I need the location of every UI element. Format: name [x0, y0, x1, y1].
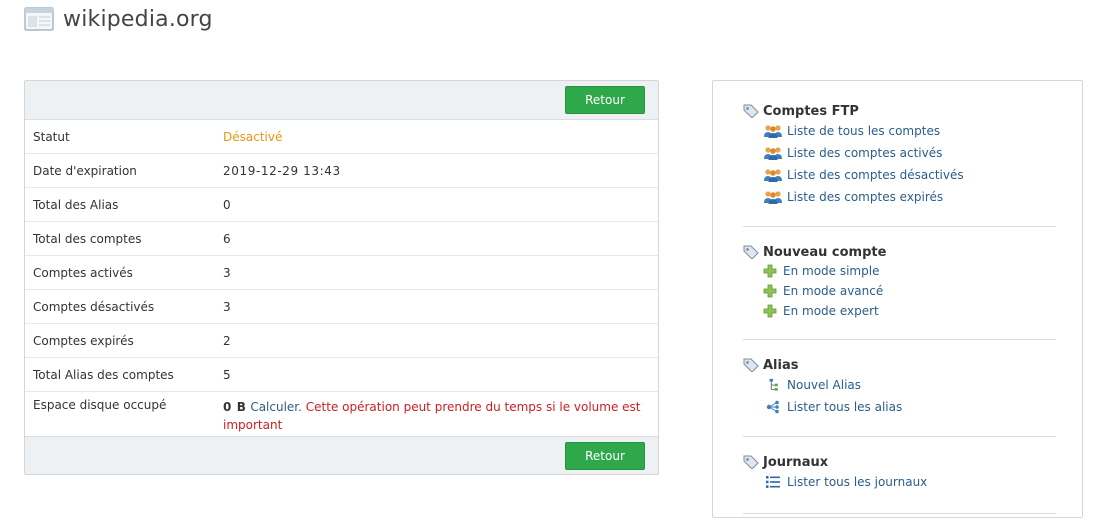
row-label: Statut [33, 129, 70, 144]
row-label: Date d'expiration [33, 163, 137, 178]
tag-icon [743, 245, 759, 259]
row-value: 6 [223, 231, 231, 246]
users-icon [763, 168, 783, 182]
sidebar-item-simple-mode[interactable]: En mode simple [743, 261, 1056, 281]
table-row-expired-accounts: Comptes expirés 2 [25, 324, 658, 358]
calculate-link[interactable]: Calculer. [250, 400, 302, 414]
table-row-active-accounts: Comptes activés 3 [25, 256, 658, 290]
site-header: wikipedia.org [24, 4, 213, 34]
plus-icon [763, 284, 777, 298]
site-title: wikipedia.org [63, 6, 213, 32]
section-alias: Alias Nouvel Alias Lister tous les alias [743, 356, 1056, 418]
sidebar-item-advanced-mode[interactable]: En mode avancé [743, 281, 1056, 301]
row-value: 3 [223, 299, 231, 314]
section-title: Comptes FTP [743, 102, 1056, 120]
table-row-expiration: Date d'expiration 2019-12-29 13:43 [25, 154, 658, 188]
table-row-total-accounts: Total des comptes 6 [25, 222, 658, 256]
section-ftp-accounts: Comptes FTP Liste de tous les comptes Li… [743, 102, 1056, 208]
tag-icon [743, 358, 759, 372]
tag-icon [743, 455, 759, 469]
section-divider [743, 513, 1056, 514]
panel-top-bar: Retour [25, 81, 658, 120]
sidebar-item-all-accounts[interactable]: Liste de tous les comptes [743, 120, 1056, 142]
account-summary-panel: Retour Statut Désactivé Date d'expiratio… [24, 80, 659, 475]
plus-icon [763, 264, 777, 278]
back-button-top[interactable]: Retour [565, 86, 645, 114]
sidebar-panel: Comptes FTP Liste de tous les comptes Li… [712, 80, 1083, 518]
users-icon [763, 190, 783, 204]
row-value: 5 [223, 367, 231, 382]
row-value: 0 [223, 197, 231, 212]
row-value: 2 [223, 333, 231, 348]
row-label: Total des comptes [33, 231, 142, 246]
table-row-accounts-alias: Total Alias des comptes 5 [25, 358, 658, 392]
browser-window-icon [24, 7, 54, 31]
sidebar-item-list-alias[interactable]: Lister tous les alias [743, 396, 1056, 418]
sidebar-item-expert-mode[interactable]: En mode expert [743, 301, 1056, 321]
disk-usage-value: 0 B Calculer. Cette opération peut prend… [223, 398, 658, 434]
back-button-bottom[interactable]: Retour [565, 441, 645, 470]
info-table: Statut Désactivé Date d'expiration 2019-… [25, 120, 658, 437]
section-new-account: Nouveau compte En mode simple En mode av… [743, 243, 1056, 321]
row-label: Total Alias des comptes [33, 367, 174, 382]
sidebar-item-expired-accounts[interactable]: Liste des comptes expirés [743, 186, 1056, 208]
tag-icon [743, 104, 759, 118]
tree-icon [763, 378, 783, 392]
sidebar-item-active-accounts[interactable]: Liste des comptes activés [743, 142, 1056, 164]
users-icon [763, 124, 783, 138]
disk-size: 0 B [223, 400, 247, 414]
row-label: Espace disque occupé [33, 398, 167, 412]
section-title: Nouveau compte [743, 243, 1056, 261]
row-label: Comptes activés [33, 265, 133, 280]
section-title: Journaux [743, 453, 1056, 471]
users-icon [763, 146, 783, 160]
section-divider [743, 339, 1056, 340]
sidebar-item-new-alias[interactable]: Nouvel Alias [743, 374, 1056, 396]
row-label: Total des Alias [33, 197, 119, 212]
status-value: Désactivé [223, 129, 283, 144]
expiration-value: 2019-12-29 13:43 [223, 163, 341, 178]
table-row-status: Statut Désactivé [25, 120, 658, 154]
section-logs: Journaux Lister tous les journaux [743, 453, 1056, 493]
row-label: Comptes désactivés [33, 299, 155, 314]
share-icon [763, 400, 783, 414]
sidebar-item-disabled-accounts[interactable]: Liste des comptes désactivés [743, 164, 1056, 186]
section-divider [743, 436, 1056, 437]
section-title: Alias [743, 356, 1056, 374]
list-icon [763, 475, 783, 489]
section-divider [743, 226, 1056, 227]
plus-icon [763, 304, 777, 318]
table-row-disabled-accounts: Comptes désactivés 3 [25, 290, 658, 324]
table-row-disk-usage: Espace disque occupé 0 B Calculer. Cette… [25, 392, 658, 437]
row-value: 3 [223, 265, 231, 280]
row-label: Comptes expirés [33, 333, 134, 348]
panel-bottom-bar: Retour [25, 436, 658, 474]
table-row-total-alias: Total des Alias 0 [25, 188, 658, 222]
sidebar-item-list-logs[interactable]: Lister tous les journaux [743, 471, 1056, 493]
